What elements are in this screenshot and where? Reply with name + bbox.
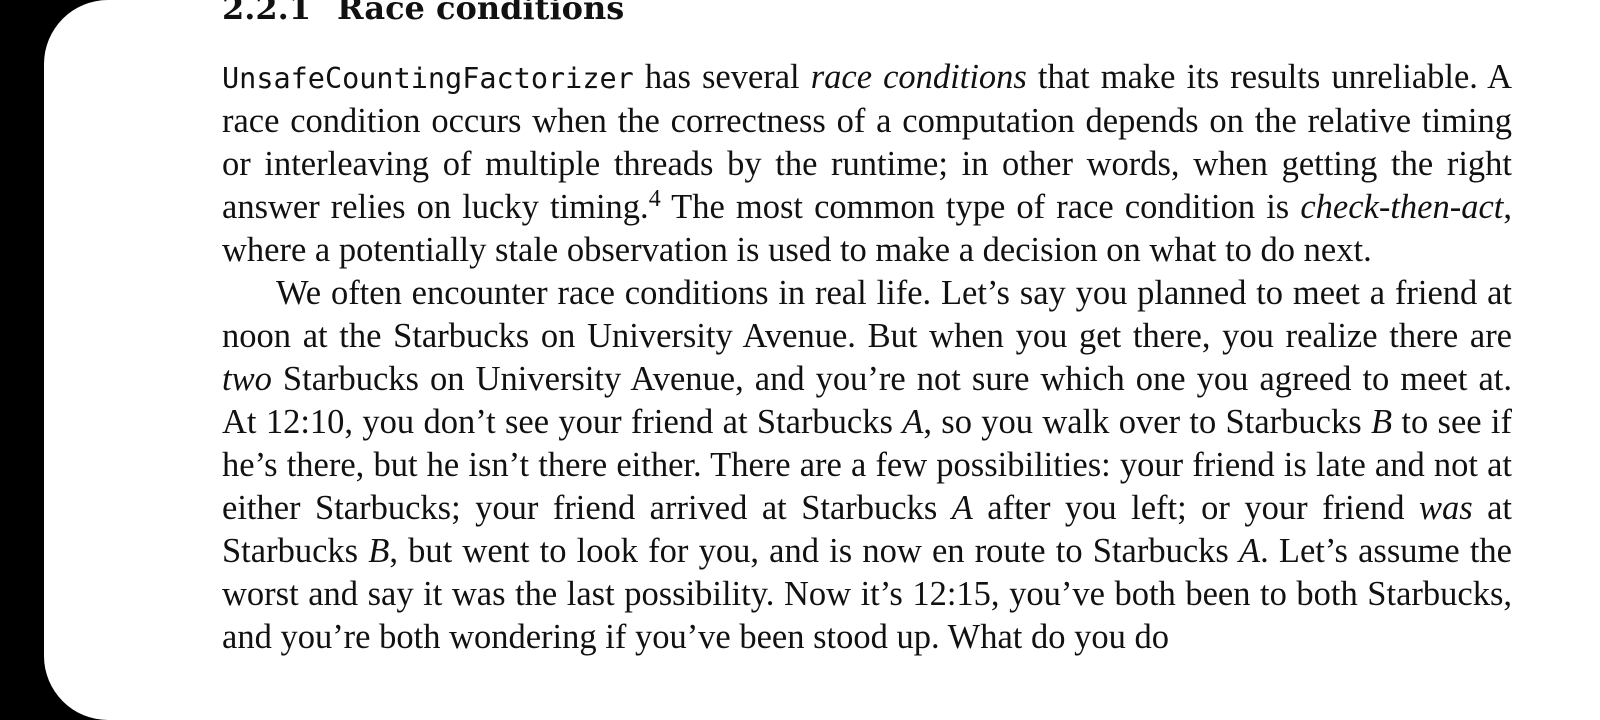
text-span: The most common type of race condition i…	[660, 188, 1301, 226]
text-span: has several	[633, 58, 811, 96]
emphasis-two: two	[222, 360, 272, 398]
emphasis-b: B	[368, 532, 390, 570]
section-heading: 2.2.1 Race conditions	[222, 0, 624, 28]
emphasis-b: B	[1370, 403, 1393, 441]
paragraph-1: UnsafeCountingFactorizer has several rac…	[222, 56, 1512, 272]
section-title: Race conditions	[337, 0, 625, 27]
emphasis-a: A	[951, 489, 973, 527]
text-span: We often encounter race conditions in re…	[222, 274, 1512, 355]
emphasis-a: A	[1239, 532, 1261, 570]
text-span: after you left; or your friend	[972, 489, 1419, 527]
paragraph-2: We often encounter race conditions in re…	[222, 272, 1512, 659]
emphasis-a: A	[902, 403, 924, 441]
footnote-marker[interactable]: 4	[649, 186, 661, 212]
body-text: UnsafeCountingFactorizer has several rac…	[222, 56, 1512, 659]
emphasis-race-conditions: race conditions	[810, 58, 1027, 96]
document-page: 2.2.1 Race conditions UnsafeCountingFacto…	[44, 0, 1600, 720]
emphasis-check-then-act: check-then-act	[1300, 188, 1504, 226]
text-span: , but went to look for you, and is now e…	[389, 532, 1240, 570]
emphasis-was: was	[1418, 489, 1473, 527]
text-span: , so you walk over to Starbucks	[923, 403, 1371, 441]
class-name-code: UnsafeCountingFactorizer	[222, 62, 634, 95]
section-number: 2.2.1	[222, 0, 312, 27]
